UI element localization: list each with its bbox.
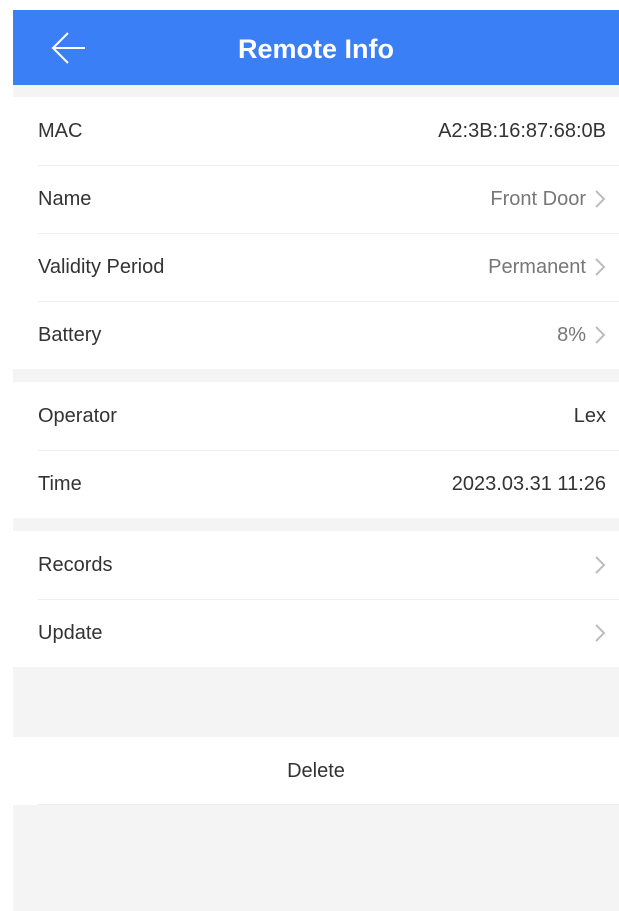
validity-period-row[interactable]: Validity Period Permanent: [13, 233, 619, 301]
chevron-right-icon: [595, 190, 606, 208]
name-row[interactable]: Name Front Door: [13, 165, 619, 233]
records-row[interactable]: Records: [13, 531, 619, 599]
battery-label: Battery: [38, 323, 102, 346]
validity-period-value: Permanent: [488, 255, 586, 278]
chevron-right-icon: [595, 258, 606, 276]
section-separator: [13, 369, 619, 382]
page-title: Remote Info: [237, 34, 394, 64]
remote-info-screen: Remote Info MAC A2:3B:16:87:68:0B Name F…: [13, 10, 619, 911]
section-gap: [13, 667, 619, 737]
chevron-right-icon: [595, 326, 606, 344]
delete-label: Delete: [287, 759, 345, 782]
mac-value: A2:3B:16:87:68:0B: [438, 119, 606, 142]
operator-section: Operator Lex Time 2023.03.31 11:26: [13, 382, 619, 518]
operator-value: Lex: [573, 404, 606, 427]
time-label: Time: [38, 472, 82, 495]
validity-period-label: Validity Period: [38, 255, 165, 278]
chevron-right-icon: [595, 624, 606, 642]
header-bar: Remote Info: [13, 10, 619, 85]
chevron-right-icon: [595, 556, 606, 574]
section-separator: [13, 518, 619, 531]
device-info-section: MAC A2:3B:16:87:68:0B Name Front Door Va…: [13, 97, 619, 369]
records-label: Records: [38, 553, 113, 576]
name-value: Front Door: [490, 187, 586, 210]
actions-section: Records Update: [13, 531, 619, 667]
mac-label: MAC: [38, 119, 83, 142]
time-value: 2023.03.31 11:26: [451, 472, 606, 495]
update-label: Update: [38, 621, 103, 644]
operator-label: Operator: [38, 404, 117, 427]
battery-value: 8%: [557, 323, 586, 346]
delete-button[interactable]: Delete: [13, 737, 619, 805]
update-row[interactable]: Update: [13, 599, 619, 667]
operator-row: Operator Lex: [13, 382, 619, 450]
time-row: Time 2023.03.31 11:26: [13, 450, 619, 518]
divider: [38, 804, 619, 805]
mac-row: MAC A2:3B:16:87:68:0B: [13, 97, 619, 165]
section-gap: [13, 85, 619, 97]
name-label: Name: [38, 187, 92, 210]
battery-row[interactable]: Battery 8%: [13, 301, 619, 369]
